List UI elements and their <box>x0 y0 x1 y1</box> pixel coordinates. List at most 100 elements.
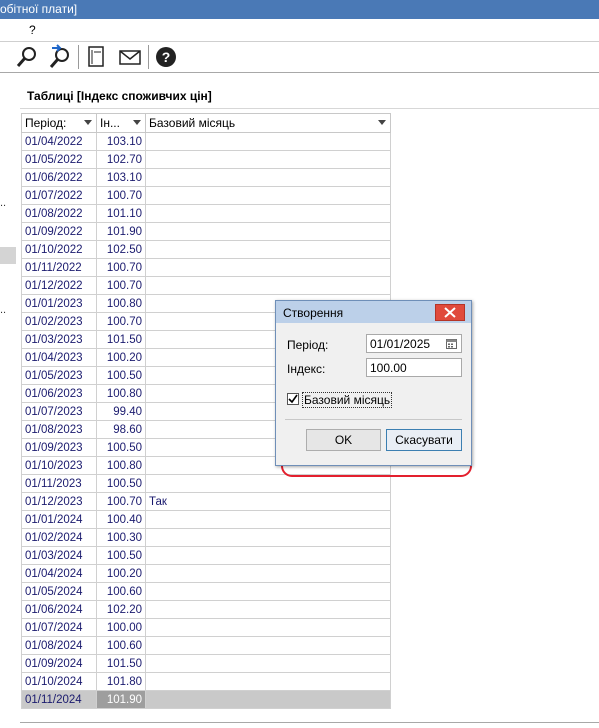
cell-period[interactable]: 01/05/2024 <box>21 582 97 601</box>
cell-period[interactable]: 01/08/2022 <box>21 204 97 223</box>
cell-period[interactable]: 01/09/2022 <box>21 222 97 241</box>
table-row[interactable]: 01/09/2022 101.90 <box>21 222 391 241</box>
period-date-field[interactable]: 01/01/2025 <box>366 334 462 353</box>
cell-index[interactable]: 100.70 <box>96 492 146 511</box>
cell-period[interactable]: 01/08/2023 <box>21 420 97 439</box>
cell-period[interactable]: 01/03/2024 <box>21 546 97 565</box>
cell-index[interactable]: 100.20 <box>96 348 146 367</box>
cell-index[interactable]: 98.60 <box>96 420 146 439</box>
cell-base-month[interactable] <box>145 618 391 637</box>
dropdown-arrow-icon[interactable] <box>378 120 386 125</box>
mail-icon[interactable] <box>117 44 143 70</box>
cell-base-month[interactable] <box>145 132 391 151</box>
cell-period[interactable]: 01/04/2022 <box>21 132 97 151</box>
cell-period[interactable]: 01/07/2024 <box>21 618 97 637</box>
column-header-period[interactable]: Період: <box>21 113 97 133</box>
cell-base-month[interactable] <box>145 168 391 187</box>
cell-period[interactable]: 01/04/2024 <box>21 564 97 583</box>
table-row[interactable]: 01/05/2024 100.60 <box>21 582 391 601</box>
cell-period[interactable]: 01/02/2023 <box>21 312 97 331</box>
dialog-title-bar[interactable]: Створення <box>276 301 471 323</box>
table-row[interactable]: 01/06/2024 102.20 <box>21 600 391 619</box>
table-row[interactable]: 01/08/2024 100.60 <box>21 636 391 655</box>
cell-base-month[interactable]: Так <box>145 492 391 511</box>
cell-base-month[interactable] <box>145 258 391 277</box>
base-month-label[interactable]: Базовий місяць <box>302 392 393 408</box>
cell-index[interactable]: 100.70 <box>96 276 146 295</box>
cell-period[interactable]: 01/09/2024 <box>21 654 97 673</box>
left-selected-item[interactable] <box>0 247 16 264</box>
cell-period[interactable]: 01/11/2023 <box>21 474 97 493</box>
cell-base-month[interactable] <box>145 222 391 241</box>
cell-base-month[interactable] <box>145 564 391 583</box>
menu-help[interactable]: ? <box>29 23 36 37</box>
cell-index[interactable]: 100.60 <box>96 582 146 601</box>
column-header-index[interactable]: Ін... <box>96 113 146 133</box>
cell-period[interactable]: 01/05/2022 <box>21 150 97 169</box>
cell-period[interactable]: 01/06/2023 <box>21 384 97 403</box>
cell-base-month[interactable] <box>145 546 391 565</box>
cell-index[interactable]: 100.30 <box>96 528 146 547</box>
cell-period[interactable]: 01/06/2022 <box>21 168 97 187</box>
index-field[interactable]: 100.00 <box>366 358 462 377</box>
table-row[interactable]: 01/02/2024 100.30 <box>21 528 391 547</box>
table-row[interactable]: 01/10/2022 102.50 <box>21 240 391 259</box>
calendar-icon[interactable] <box>446 338 457 349</box>
cell-period[interactable]: 01/05/2023 <box>21 366 97 385</box>
cell-index[interactable]: 100.20 <box>96 564 146 583</box>
table-row[interactable]: 01/05/2022 102.70 <box>21 150 391 169</box>
cell-base-month[interactable] <box>145 240 391 259</box>
dropdown-arrow-icon[interactable] <box>133 120 141 125</box>
left-truncated-item[interactable]: .. <box>0 304 6 316</box>
table-row[interactable]: 01/07/2024 100.00 <box>21 618 391 637</box>
cell-period[interactable]: 01/06/2024 <box>21 600 97 619</box>
cell-index[interactable]: 101.50 <box>96 330 146 349</box>
cell-period[interactable]: 01/10/2024 <box>21 672 97 691</box>
cell-index[interactable]: 100.80 <box>96 456 146 475</box>
cell-period[interactable]: 01/07/2023 <box>21 402 97 421</box>
cell-period[interactable]: 01/09/2023 <box>21 438 97 457</box>
table-row[interactable]: 01/03/2024 100.50 <box>21 546 391 565</box>
cell-base-month[interactable] <box>145 510 391 529</box>
cell-base-month[interactable] <box>145 582 391 601</box>
cell-index[interactable]: 99.40 <box>96 402 146 421</box>
cell-index[interactable]: 100.50 <box>96 546 146 565</box>
table-row[interactable]: 01/10/2024 101.80 <box>21 672 391 691</box>
cell-base-month[interactable] <box>145 672 391 691</box>
cell-period[interactable]: 01/08/2024 <box>21 636 97 655</box>
cell-index[interactable]: 102.70 <box>96 150 146 169</box>
cell-index[interactable]: 100.40 <box>96 510 146 529</box>
cell-period[interactable]: 01/04/2023 <box>21 348 97 367</box>
table-row[interactable]: 01/12/2023 100.70 Так <box>21 492 391 511</box>
cell-index[interactable]: 100.50 <box>96 438 146 457</box>
cell-index[interactable]: 100.50 <box>96 474 146 493</box>
cell-base-month[interactable] <box>145 276 391 295</box>
cancel-button[interactable]: Скасувати <box>386 429 462 451</box>
cell-index[interactable]: 100.70 <box>96 186 146 205</box>
table-row[interactable]: 01/04/2024 100.20 <box>21 564 391 583</box>
cell-period[interactable]: 01/01/2023 <box>21 294 97 313</box>
cell-base-month[interactable] <box>145 600 391 619</box>
cell-index[interactable]: 103.10 <box>96 168 146 187</box>
cell-index[interactable]: 100.00 <box>96 618 146 637</box>
cell-index[interactable]: 100.70 <box>96 312 146 331</box>
close-button[interactable] <box>435 304 465 321</box>
cell-index[interactable]: 100.70 <box>96 258 146 277</box>
column-header-base-month[interactable]: Базовий місяць <box>145 113 391 133</box>
table-row[interactable]: 01/11/2022 100.70 <box>21 258 391 277</box>
cell-base-month[interactable] <box>145 474 391 493</box>
cell-period[interactable]: 01/12/2023 <box>21 492 97 511</box>
cell-base-month[interactable] <box>145 186 391 205</box>
cell-base-month[interactable] <box>145 150 391 169</box>
cell-period[interactable]: 01/03/2023 <box>21 330 97 349</box>
table-row[interactable]: 01/12/2022 100.70 <box>21 276 391 295</box>
cell-index[interactable]: 100.60 <box>96 636 146 655</box>
cell-period[interactable]: 01/10/2023 <box>21 456 97 475</box>
base-month-checkbox[interactable] <box>287 393 299 405</box>
table-row[interactable]: 01/11/2024 101.90 <box>21 690 391 709</box>
cell-period[interactable]: 01/07/2022 <box>21 186 97 205</box>
table-row[interactable]: 01/01/2024 100.40 <box>21 510 391 529</box>
dropdown-arrow-icon[interactable] <box>84 120 92 125</box>
table-row[interactable]: 01/07/2022 100.70 <box>21 186 391 205</box>
cell-base-month[interactable] <box>145 654 391 673</box>
